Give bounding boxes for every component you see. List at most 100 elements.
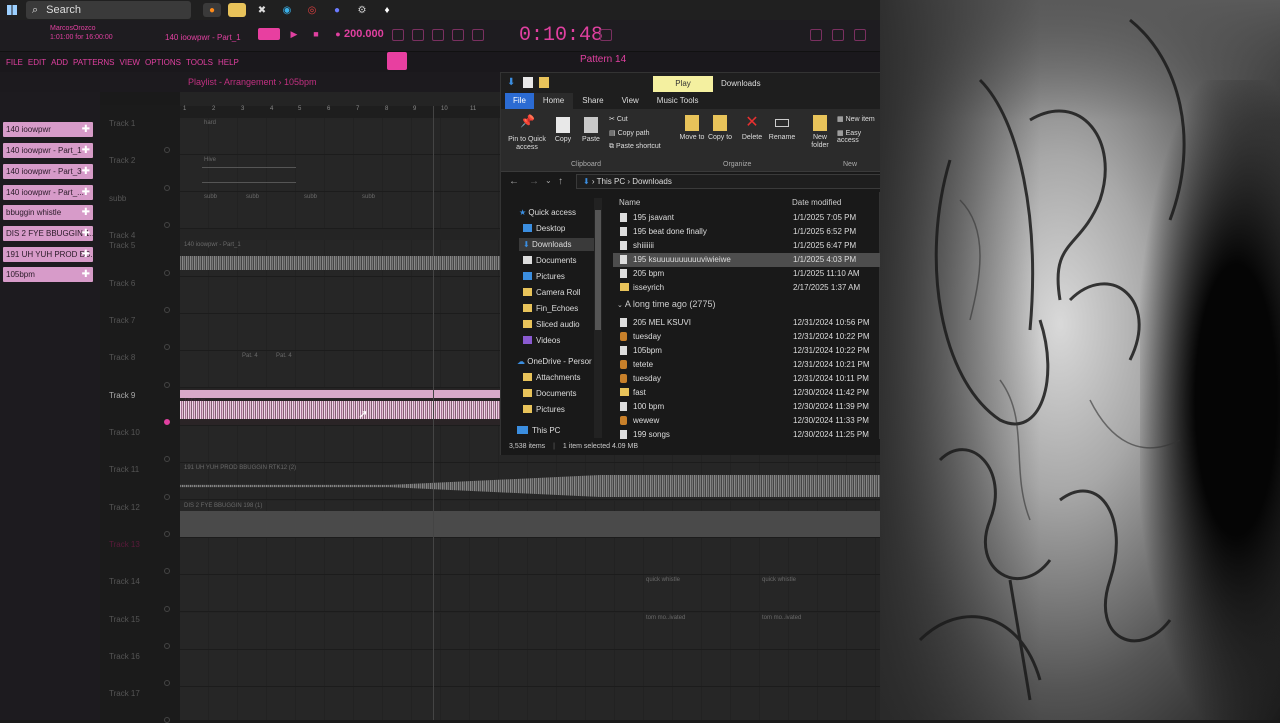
add-icon[interactable]: ✚ — [82, 164, 90, 179]
navigation-scrollbar[interactable] — [594, 198, 602, 438]
track-mute-icon[interactable] — [164, 643, 170, 649]
close-app-taskbar-icon[interactable]: ✖ — [253, 3, 271, 17]
menu-file[interactable]: FILE — [6, 58, 23, 67]
pattern-item[interactable]: 140 ioowpwr - Part_1 ✚ — [3, 143, 93, 158]
playlist-view-icon[interactable] — [387, 52, 407, 70]
new-folder-button[interactable]: New folder — [805, 115, 835, 150]
rename-button[interactable]: Rename — [767, 115, 797, 142]
track-label[interactable]: Track 10 — [109, 428, 140, 437]
track-mute-icon[interactable] — [164, 456, 170, 462]
nav-onedrive-documents[interactable]: Documents — [523, 389, 576, 398]
file-row[interactable]: fast 12/30/2024 11:42 PM — [613, 386, 881, 400]
forward-arrow-icon[interactable]: → — [529, 176, 539, 187]
menu-view[interactable]: VIEW — [120, 58, 140, 67]
track-mute-icon[interactable] — [164, 382, 170, 388]
new-item-button[interactable]: ▦ New item — [837, 115, 875, 123]
nav-onedrive[interactable]: ☁ OneDrive - Persor — [517, 357, 592, 366]
track-label[interactable]: Track 13 — [109, 540, 140, 549]
audio-waveform[interactable] — [180, 256, 500, 270]
settings-taskbar-icon[interactable]: ⚙ — [353, 3, 371, 17]
fl-studio-taskbar-icon[interactable]: ● — [203, 3, 221, 17]
nav-desktop[interactable]: Desktop — [523, 224, 565, 233]
track-lane[interactable] — [180, 650, 880, 687]
menu-patterns[interactable]: PATTERNS — [73, 58, 114, 67]
copy-button[interactable]: Copy — [551, 117, 575, 144]
new-folder-quick-icon[interactable] — [539, 77, 549, 88]
file-row[interactable]: tuesday 12/31/2024 10:22 PM — [613, 330, 881, 344]
edge-browser-taskbar-icon[interactable]: ◉ — [278, 3, 296, 17]
properties-icon[interactable] — [523, 77, 533, 88]
metronome-icon[interactable] — [392, 29, 404, 41]
pinned-app-taskbar-icon[interactable]: ♦ — [378, 3, 396, 17]
add-icon[interactable]: ✚ — [82, 185, 90, 200]
column-date-modified[interactable]: Date modified — [792, 198, 841, 207]
tab-view[interactable]: View — [613, 93, 648, 109]
paste-button[interactable]: Paste — [579, 117, 603, 144]
scrollbar-thumb[interactable] — [595, 210, 601, 330]
track-lane[interactable] — [180, 687, 880, 720]
move-to-button[interactable]: Move to — [679, 115, 705, 142]
track-label[interactable]: Track 5 — [109, 241, 135, 250]
track-mute-icon[interactable] — [164, 531, 170, 537]
track-label[interactable]: Track 15 — [109, 615, 140, 624]
file-row[interactable]: isseyrich 2/17/2025 1:37 AM — [613, 281, 881, 295]
file-explorer-taskbar-icon[interactable] — [228, 3, 246, 17]
breadcrumb-this-pc[interactable]: This PC — [597, 177, 625, 186]
recent-locations-icon[interactable]: ⌄ — [545, 176, 552, 185]
pattern-item[interactable]: bbuggin whistle ✚ — [3, 205, 93, 220]
track-label[interactable]: subb — [109, 194, 126, 203]
audio-clip[interactable] — [180, 511, 880, 537]
tab-music-tools[interactable]: Music Tools — [648, 93, 708, 109]
copy-to-button[interactable]: Copy to — [707, 115, 733, 142]
menu-add[interactable]: ADD — [51, 58, 68, 67]
menu-help[interactable]: HELP — [218, 58, 239, 67]
track-mute-icon[interactable] — [164, 307, 170, 313]
clip-header[interactable]: 105bpm — [180, 390, 500, 405]
explorer-titlebar[interactable]: ⬇ Play Downloads — [501, 73, 881, 93]
up-arrow-icon[interactable]: ↑ — [558, 176, 563, 187]
add-icon[interactable]: ✚ — [82, 226, 90, 241]
audio-waveform[interactable] — [180, 475, 880, 497]
mic-icon[interactable] — [854, 29, 866, 41]
menu-options[interactable]: OPTIONS — [145, 58, 181, 67]
track-mute-icon[interactable] — [164, 419, 170, 425]
group-header[interactable]: ⌄ A long time ago (2775) — [617, 299, 715, 309]
file-row[interactable]: tuesday 12/31/2024 10:11 PM — [613, 372, 881, 386]
add-icon[interactable]: ✚ — [82, 205, 90, 220]
pattern-selector[interactable]: Pattern 14 — [580, 54, 626, 65]
audio-waveform[interactable] — [180, 401, 500, 419]
stop-icon[interactable]: ■ — [308, 27, 324, 41]
nav-quick-access[interactable]: ★ Quick access — [519, 208, 576, 217]
file-row-selected[interactable]: 195 ksuuuuuuuuuuviwieiwe 1/1/2025 4:03 PM — [613, 253, 881, 267]
add-icon[interactable]: ✚ — [82, 122, 90, 137]
track-label[interactable]: Track 8 — [109, 353, 135, 362]
file-row[interactable]: 100 bpm 12/30/2024 11:39 PM — [613, 400, 881, 414]
nav-this-pc[interactable]: This PC — [517, 426, 560, 435]
easy-access-button[interactable]: ▦ Easy access — [837, 129, 881, 144]
track-lane[interactable]: 191 UH YUH PROD BBUGGIN RTK12 (2) — [180, 463, 880, 500]
play-icon[interactable]: ▶ — [286, 27, 302, 41]
wait-input-icon[interactable] — [412, 29, 424, 41]
nav-fin-echoes[interactable]: Fin_Echoes — [523, 304, 578, 313]
track-mute-icon[interactable] — [164, 344, 170, 350]
address-bar[interactable]: ⬇ › This PC › Downloads — [576, 174, 881, 189]
copy-path-button[interactable]: ▤ Copy path — [609, 129, 649, 137]
nav-camera-roll[interactable]: Camera Roll — [523, 288, 580, 297]
nav-documents[interactable]: Documents — [523, 256, 576, 265]
track-mute-icon[interactable] — [164, 606, 170, 612]
back-quick-icon[interactable]: ⬇ — [507, 77, 515, 88]
song-time-display[interactable]: 0:10:48 — [519, 24, 603, 47]
track-label[interactable]: Track 17 — [109, 689, 140, 698]
track-label[interactable]: Track 9 — [109, 391, 135, 400]
breadcrumb-downloads[interactable]: Downloads — [632, 177, 672, 186]
track-label[interactable]: Track 7 — [109, 316, 135, 325]
track-label[interactable]: Track 11 — [109, 465, 139, 474]
pin-quick-access-button[interactable]: 📌 Pin to Quick access — [505, 115, 549, 152]
track-label[interactable]: Track 6 — [109, 279, 135, 288]
add-icon[interactable]: ✚ — [82, 143, 90, 158]
file-explorer-window[interactable]: ⬇ Play Downloads File Home Share View Mu… — [500, 72, 881, 455]
file-row[interactable]: 205 bpm 1/1/2025 11:10 AM — [613, 267, 881, 281]
file-row[interactable]: wewew 12/30/2024 11:33 PM — [613, 414, 881, 428]
pattern-item[interactable]: 140 ioowpwr ✚ — [3, 122, 93, 137]
playhead[interactable] — [433, 106, 434, 720]
